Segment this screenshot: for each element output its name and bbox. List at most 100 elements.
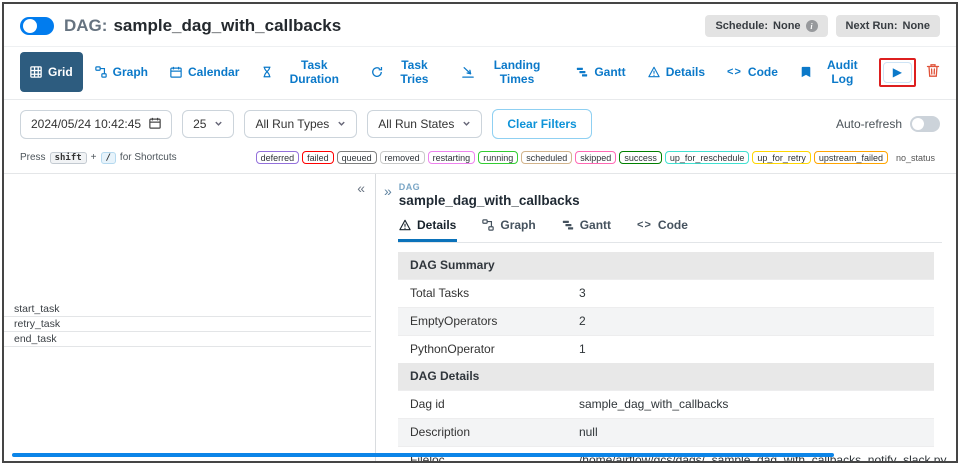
row-label: Total Tasks	[410, 286, 470, 300]
tab-graph[interactable]: Graph	[85, 52, 158, 92]
tab-calendar[interactable]: Calendar	[160, 52, 249, 92]
task-list: start_task retry_task end_task	[4, 302, 371, 347]
status-badge-skipped: skipped	[575, 151, 617, 164]
delete-dag-button[interactable]	[926, 63, 940, 81]
status-badge-scheduled: scheduled	[521, 151, 573, 164]
row-label: Description	[410, 425, 471, 439]
trash-icon	[926, 63, 940, 81]
dag-details-panel: » DAG sample_dag_with_callbacks Details G…	[376, 174, 956, 461]
table-row-dag-id: Dag id sample_dag_with_callbacks	[398, 390, 934, 418]
expand-panel-icon[interactable]: »	[384, 183, 392, 208]
tab-code[interactable]: <> Code	[717, 52, 788, 92]
graph-icon	[94, 66, 107, 78]
panel-kicker: DAG	[398, 182, 420, 192]
gantt-icon	[576, 66, 588, 78]
status-badge-removed: removed	[379, 151, 425, 164]
slash-key: /	[100, 151, 116, 164]
tab-details[interactable]: Details	[638, 52, 715, 92]
airflow-dag-page: DAG: sample_dag_with_callbacks Schedule:…	[2, 2, 958, 463]
status-badge-queued: queued	[336, 151, 377, 164]
panel-title: sample_dag_with_callbacks	[398, 193, 580, 208]
row-label: EmptyOperators	[410, 314, 498, 328]
calendar-icon	[170, 66, 182, 78]
toggle-knob	[912, 118, 924, 130]
status-badge-running: running	[478, 151, 519, 164]
status-badge-no-status: no_status	[890, 151, 940, 164]
collapse-panel-icon[interactable]: «	[357, 180, 365, 196]
nav-tabs-row: Grid Graph Calendar Task Duration Task Tries…	[4, 46, 956, 100]
calendar-icon	[149, 117, 161, 132]
tab-task-tries[interactable]: Task Tries	[361, 52, 450, 92]
status-badge-restarting: restarting	[427, 151, 476, 164]
status-badge-failed: failed	[302, 151, 334, 164]
shift-key: shift	[49, 151, 87, 164]
panel-tab-details[interactable]: Details	[398, 218, 458, 242]
panel-tab-gantt[interactable]: Gantt	[561, 218, 612, 242]
tab-task-duration[interactable]: Task Duration	[251, 52, 359, 92]
code-icon: <>	[727, 66, 742, 78]
status-badge-deferred: deferred	[255, 151, 300, 164]
panel-tab-graph[interactable]: Graph	[481, 218, 536, 242]
row-value: null	[578, 425, 598, 439]
table-row-total-tasks: Total Tasks 3	[398, 279, 934, 307]
row-label: PythonOperator	[410, 342, 495, 356]
auto-refresh-label: Auto-refresh	[835, 117, 902, 131]
horizontal-scrollbar[interactable]	[12, 453, 834, 457]
row-label: Dag id	[410, 397, 445, 411]
filter-row: 2024/05/24 10:42:45 25 All Run Types All…	[4, 100, 956, 148]
task-start-task[interactable]: start_task	[4, 302, 371, 317]
page-title: DAG: sample_dag_with_callbacks	[64, 16, 341, 36]
tab-gantt[interactable]: Gantt	[566, 52, 635, 92]
panel-tabs: Details Graph Gantt <> Code	[398, 218, 942, 243]
code-icon: <>	[637, 219, 652, 231]
topbar: DAG: sample_dag_with_callbacks Schedule:…	[4, 4, 956, 46]
shortcuts-hint: Press shift + / for Shortcuts	[20, 151, 177, 164]
main-area: « start_task retry_task end_task » DAG sam…	[4, 173, 956, 461]
status-badge-up-for-retry: up_for_retry	[752, 151, 811, 164]
legend-row: Press shift + / for Shortcuts deferred fa…	[4, 148, 956, 173]
row-value: sample_dag_with_callbacks	[578, 397, 729, 411]
details-table: DAG Summary Total Tasks 3 EmptyOperators 2 Py…	[398, 252, 946, 461]
duration-icon	[261, 66, 273, 78]
tab-landing-times[interactable]: Landing Times	[452, 52, 565, 92]
panel-tab-code[interactable]: <> Code	[636, 218, 689, 242]
nav-tabs: Grid Graph Calendar Task Duration Task Tries…	[20, 52, 877, 92]
grid-panel: « start_task retry_task end_task	[4, 174, 376, 461]
toggle-knob	[23, 19, 37, 33]
table-section-dag-summary: DAG Summary	[398, 252, 934, 279]
dag-name: sample_dag_with_callbacks	[113, 16, 342, 35]
auto-refresh-toggle[interactable]	[910, 116, 940, 132]
graph-icon	[482, 219, 495, 231]
table-row-description: Description null	[398, 418, 934, 446]
tries-icon	[371, 66, 383, 78]
task-retry-task[interactable]: retry_task	[4, 317, 371, 332]
schedule-badge: Schedule: None i	[705, 15, 828, 37]
trigger-dag-button[interactable]: ▶	[882, 61, 912, 83]
base-date-input[interactable]: 2024/05/24 10:42:45	[20, 109, 173, 139]
status-badge-success: success	[619, 151, 662, 164]
clear-filters-button[interactable]: Clear Filters	[492, 109, 592, 139]
annotation-play-highlight: ▶	[878, 57, 916, 87]
gantt-icon	[562, 219, 574, 231]
row-value: 1	[578, 342, 586, 356]
chevron-down-icon	[214, 117, 223, 131]
tab-grid[interactable]: Grid	[20, 52, 83, 92]
info-icon[interactable]: i	[805, 20, 818, 32]
tab-audit-log[interactable]: Audit Log	[790, 52, 877, 92]
table-row-pythonoperator: PythonOperator 1	[398, 335, 934, 363]
run-types-select[interactable]: All Run Types	[244, 110, 358, 138]
chevron-down-icon	[462, 117, 471, 131]
page-size-select[interactable]: 25	[182, 110, 235, 138]
row-value: 3	[578, 286, 586, 300]
table-row-emptyoperators: EmptyOperators 2	[398, 307, 934, 335]
chevron-down-icon	[337, 117, 346, 131]
grid-icon	[30, 66, 42, 78]
details-icon	[647, 66, 660, 78]
task-end-task[interactable]: end_task	[4, 332, 371, 347]
run-states-select[interactable]: All Run States	[367, 110, 483, 138]
landing-icon	[461, 66, 474, 78]
status-badge-upstream-failed: upstream_failed	[813, 151, 888, 164]
dag-pause-toggle[interactable]	[20, 17, 54, 35]
row-value: 2	[578, 314, 586, 328]
dag-label: DAG:	[64, 16, 108, 35]
